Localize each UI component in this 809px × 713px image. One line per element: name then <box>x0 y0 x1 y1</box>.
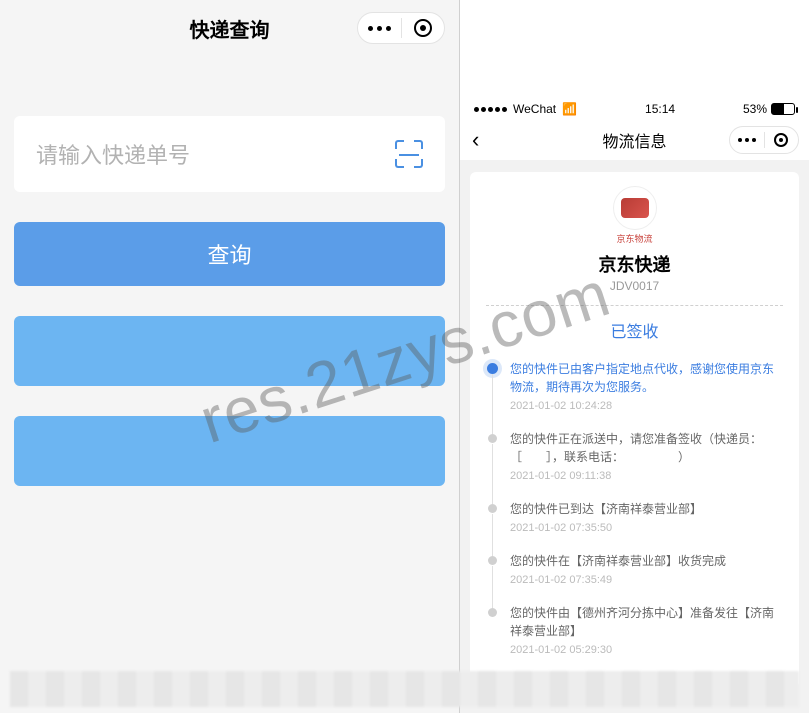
right-panel: WeChat 📶 15:14 53% ‹ 物流信息 京东物流 京东快递 JDV0… <box>460 0 809 713</box>
timeline-text: 您的快件在【济南祥泰营业部】收货完成 <box>510 552 783 570</box>
tracking-input-placeholder: 请输入快递单号 <box>36 138 190 170</box>
query-button[interactable]: 查询 <box>14 222 445 286</box>
timeline-time: 2021-01-02 07:35:50 <box>510 522 783 534</box>
timeline-time: 2021-01-02 09:11:38 <box>510 470 783 482</box>
history-item[interactable] <box>14 416 445 486</box>
timeline-item: 您的快件已到达【济南祥泰营业部】 2021-01-02 07:35:50 <box>486 500 783 552</box>
timeline-item: 您的快件由【德州齐河分拣中心】准备发往【济南祥泰营业部】 2021-01-02 0… <box>486 604 783 674</box>
timeline-dot-icon <box>488 608 497 617</box>
left-header: 快递查询 <box>0 0 459 56</box>
timeline-time: 2021-01-02 07:35:49 <box>510 574 783 586</box>
delivery-status: 已签收 <box>486 318 783 342</box>
close-icon[interactable] <box>764 133 798 147</box>
history-item[interactable] <box>14 316 445 386</box>
timeline-item: 您的快件已由客户指定地点代收，感谢您使用京东物流，期待再次为您服务。 2021-0… <box>486 360 783 430</box>
right-body: 京东物流 京东快递 JDV0017 已签收 您的快件已由客户指定地点代收，感谢您… <box>460 160 809 713</box>
timeline-dot-icon <box>487 363 498 374</box>
battery-percent-label: 53% <box>743 102 767 116</box>
timeline-dot-icon <box>488 556 497 565</box>
timeline: 您的快件已由客户指定地点代收，感谢您使用京东物流，期待再次为您服务。 2021-0… <box>486 360 783 674</box>
carrier-label: WeChat <box>513 102 556 116</box>
more-icon[interactable] <box>358 26 401 31</box>
battery-icon <box>771 103 795 115</box>
courier-id: JDV0017 <box>486 279 783 293</box>
tracking-input[interactable]: 请输入快递单号 <box>14 116 445 192</box>
logo-label: 京东物流 <box>616 232 652 245</box>
timeline-line <box>492 374 493 434</box>
timeline-dot-icon <box>488 504 497 513</box>
timeline-text: 您的快件已由客户指定地点代收，感谢您使用京东物流，期待再次为您服务。 <box>510 360 783 396</box>
miniprogram-capsule[interactable] <box>729 126 799 154</box>
courier-logo: 京东物流 <box>486 186 783 245</box>
miniprogram-capsule[interactable] <box>357 12 445 44</box>
timeline-text: 您的快件正在派送中，请您准备签收（快递员：［ ］，联系电话： ） <box>510 430 783 466</box>
timeline-item: 您的快件正在派送中，请您准备签收（快递员：［ ］，联系电话： ） 2021-01-… <box>486 430 783 500</box>
timeline-line <box>492 514 493 556</box>
right-header: ‹ 物流信息 <box>460 120 809 160</box>
scan-icon[interactable] <box>395 140 423 168</box>
left-panel: 快递查询 请输入快递单号 查询 <box>0 0 460 713</box>
timeline-text: 您的快件已到达【济南祥泰营业部】 <box>510 500 783 518</box>
more-icon[interactable] <box>730 138 764 142</box>
timeline-time: 2021-01-02 05:29:30 <box>510 644 783 656</box>
page-title: 物流信息 <box>602 128 666 152</box>
left-body: 请输入快递单号 查询 <box>0 56 459 713</box>
timeline-line <box>492 566 493 608</box>
bottom-blur-bar <box>460 671 799 707</box>
timeline-line <box>492 444 493 504</box>
timeline-item: 您的快件在【济南祥泰营业部】收货完成 2021-01-02 07:35:49 <box>486 552 783 604</box>
statusbar-time: 15:14 <box>645 102 675 116</box>
back-icon[interactable]: ‹ <box>472 127 479 153</box>
logistics-card: 京东物流 京东快递 JDV0017 已签收 您的快件已由客户指定地点代收，感谢您… <box>470 172 799 688</box>
page-title: 快递查询 <box>190 14 270 43</box>
timeline-time: 2021-01-02 10:24:28 <box>510 400 783 412</box>
wifi-icon: 📶 <box>562 102 577 116</box>
timeline-text: 您的快件由【德州齐河分拣中心】准备发往【济南祥泰营业部】 <box>510 604 783 640</box>
close-icon[interactable] <box>401 19 444 37</box>
statusbar: WeChat 📶 15:14 53% <box>460 98 809 120</box>
courier-name: 京东快递 <box>486 251 783 277</box>
divider <box>486 305 783 306</box>
signal-icon <box>474 107 507 112</box>
timeline-dot-icon <box>488 434 497 443</box>
